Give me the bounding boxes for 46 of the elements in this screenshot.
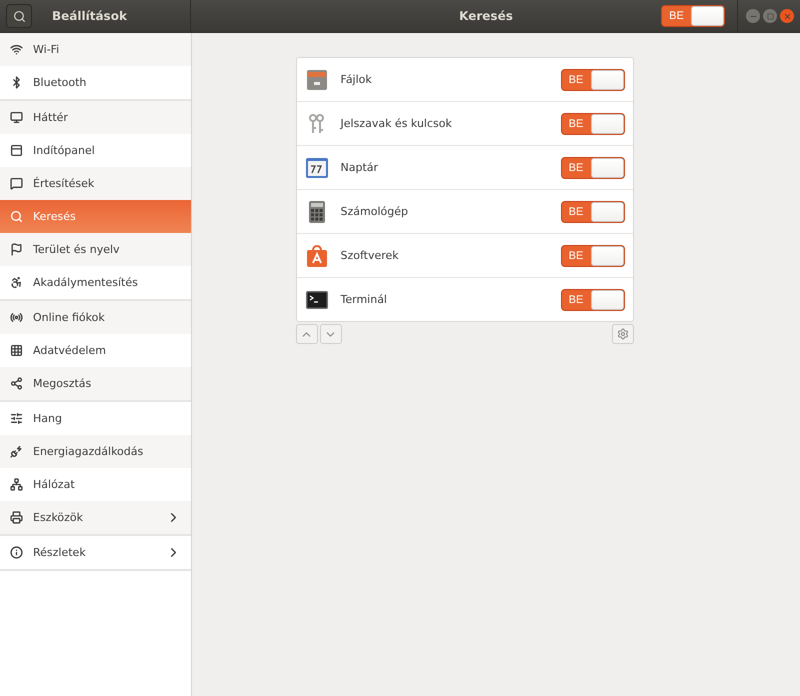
minimize-button[interactable]: [746, 9, 760, 23]
provider-name: Naptár: [340, 161, 380, 174]
close-icon: [782, 12, 792, 20]
shopping-bag-icon: [304, 244, 328, 268]
provider-name: Szoftverek: [340, 249, 400, 262]
sliders-icon: [10, 412, 23, 425]
sidebar-item[interactable]: Terület és nyelv: [0, 233, 191, 266]
settings-button[interactable]: [612, 324, 634, 344]
network-icon: [10, 478, 23, 491]
search-button[interactable]: [6, 4, 32, 28]
sidebar-item[interactable]: Megosztás: [0, 367, 191, 400]
provider-name: Fájlok: [340, 73, 373, 86]
share-icon: [10, 377, 23, 390]
search-icon: [12, 10, 26, 22]
sidebar-item[interactable]: Értesítések: [0, 167, 191, 200]
provider-name: Jelszavak és kulcsok: [340, 117, 453, 130]
window-title: Keresés: [459, 9, 513, 23]
sidebar-item[interactable]: Online fiókok: [0, 301, 191, 334]
printer-icon: [10, 511, 23, 524]
move-down-button[interactable]: [320, 324, 342, 344]
file-cabinet-icon: [304, 68, 328, 92]
search-icon: [10, 210, 23, 223]
bluetooth-icon: [10, 76, 23, 89]
wifi-icon: [10, 43, 23, 56]
maximize-button[interactable]: [763, 9, 777, 23]
info-icon: [10, 546, 23, 559]
message-icon: [10, 177, 23, 190]
sidebar-item[interactable]: Háttér: [0, 101, 191, 134]
provider-name: Terminál: [340, 293, 388, 306]
accessibility-icon: [10, 276, 23, 289]
provider-name: Számológép: [340, 205, 409, 218]
flag-icon: [10, 243, 23, 256]
grid-icon: [10, 344, 23, 357]
close-button[interactable]: [780, 9, 794, 23]
move-up-button[interactable]: [296, 324, 318, 344]
gear-icon: [616, 328, 628, 340]
sidebar-item[interactable]: Wi-Fi: [0, 33, 191, 66]
radio-icon: [10, 311, 23, 324]
plug-icon: [10, 445, 23, 458]
sidebar-item[interactable]: Energiagazdálkodás: [0, 435, 191, 468]
square-icon: [766, 12, 774, 20]
panel-icon: [10, 144, 23, 157]
calendar-icon: [304, 156, 328, 180]
monitor-icon: [10, 111, 23, 124]
sidebar-item[interactable]: Eszközök: [0, 501, 191, 534]
app-title: Beállítások: [52, 9, 127, 23]
